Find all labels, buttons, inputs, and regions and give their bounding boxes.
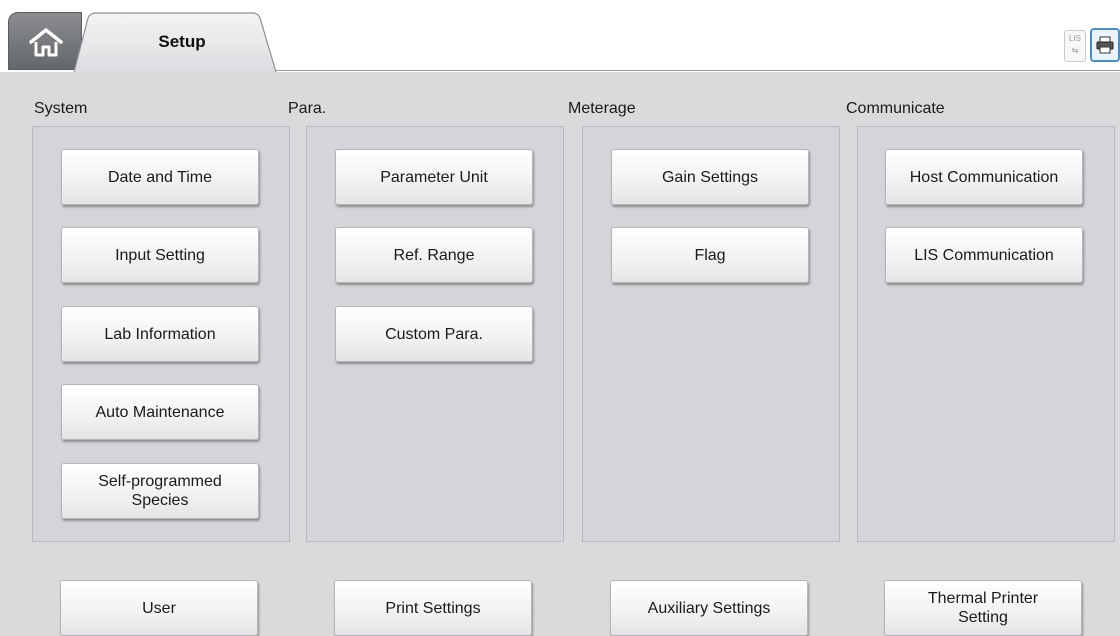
- tab-setup[interactable]: Setup: [74, 12, 282, 73]
- user-button[interactable]: User: [60, 580, 258, 636]
- lis-icon-label: LIS: [1068, 34, 1081, 43]
- section-title-meterage: Meterage: [568, 100, 636, 117]
- section-title-system: System: [34, 100, 88, 117]
- host-communication-button[interactable]: Host Communication: [885, 149, 1083, 205]
- home-tab[interactable]: [8, 12, 82, 70]
- thermal-printer-setting-button[interactable]: Thermal Printer Setting: [884, 580, 1082, 636]
- lab-information-button[interactable]: Lab Information: [61, 306, 259, 362]
- date-and-time-button[interactable]: Date and Time: [61, 149, 259, 205]
- group-communicate: Host Communication LIS Communication: [857, 126, 1115, 542]
- flag-button[interactable]: Flag: [611, 227, 809, 283]
- printer-glyph-icon: [1096, 36, 1114, 54]
- print-settings-button[interactable]: Print Settings: [334, 580, 532, 636]
- top-strip: [0, 0, 1120, 8]
- group-system: Date and Time Input Setting Lab Informat…: [32, 126, 290, 542]
- lis-transfer-icon[interactable]: LIS ⇆: [1064, 30, 1086, 62]
- auto-maintenance-button[interactable]: Auto Maintenance: [61, 384, 259, 440]
- lis-communication-button[interactable]: LIS Communication: [885, 227, 1083, 283]
- input-setting-button[interactable]: Input Setting: [61, 227, 259, 283]
- top-bar: Setup LIS ⇆: [0, 0, 1120, 73]
- self-programmed-species-button[interactable]: Self-programmed Species: [61, 463, 259, 519]
- auxiliary-settings-button[interactable]: Auxiliary Settings: [610, 580, 808, 636]
- home-icon: [29, 28, 63, 57]
- ref-range-button[interactable]: Ref. Range: [335, 227, 533, 283]
- lis-arrows-icon: ⇆: [1071, 46, 1079, 55]
- tab-setup-label: Setup: [158, 32, 206, 51]
- section-title-para: Para.: [288, 100, 327, 117]
- parameter-unit-button[interactable]: Parameter Unit: [335, 149, 533, 205]
- custom-para-button[interactable]: Custom Para.: [335, 306, 533, 362]
- tab-baseline: [276, 70, 1120, 71]
- printer-icon[interactable]: [1090, 28, 1120, 62]
- section-title-communicate: Communicate: [846, 100, 945, 117]
- group-meterage: Gain Settings Flag: [582, 126, 840, 542]
- gain-settings-button[interactable]: Gain Settings: [611, 149, 809, 205]
- group-para: Parameter Unit Ref. Range Custom Para.: [306, 126, 564, 542]
